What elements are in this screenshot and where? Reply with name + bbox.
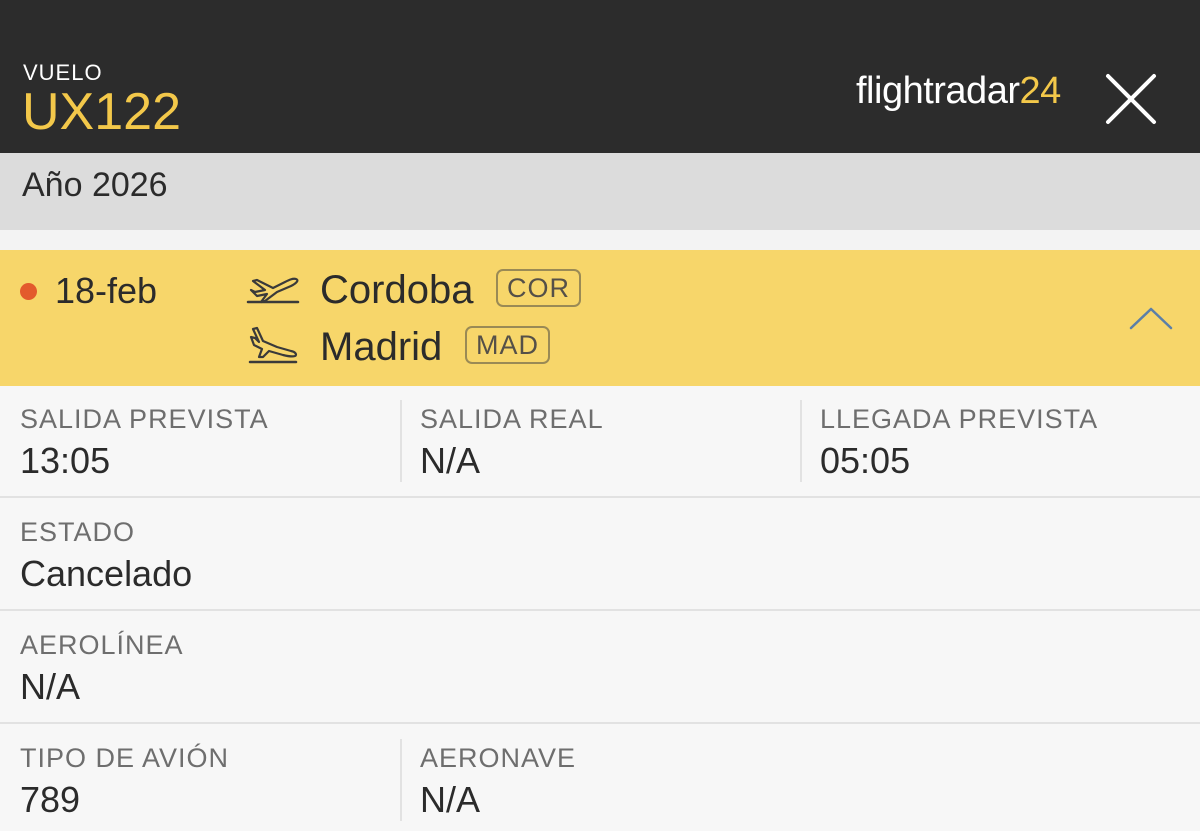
- arrival-plane-icon: [248, 326, 298, 364]
- destination-code-badge: MAD: [465, 326, 550, 364]
- aircraft-label: AERONAVE: [420, 743, 577, 773]
- column-divider: [400, 739, 402, 821]
- close-icon: [1106, 74, 1156, 124]
- aircraft-type-value: 789: [20, 779, 81, 820]
- actual-departure-value: N/A: [420, 440, 481, 481]
- sched-departure-label: SALIDA PREVISTA: [20, 404, 269, 434]
- row-divider: [0, 722, 1200, 724]
- column-divider: [400, 400, 402, 482]
- row-divider: [0, 496, 1200, 498]
- logo-number: 24: [1019, 70, 1061, 112]
- flight-number: UX122: [22, 83, 181, 141]
- status-dot: [20, 283, 37, 300]
- close-button[interactable]: [1104, 72, 1158, 126]
- aircraft-type-label: TIPO DE AVIÓN: [20, 743, 230, 773]
- logo-text: flightradar: [856, 70, 1020, 112]
- status-label: ESTADO: [20, 517, 136, 547]
- origin-city: Cordoba: [320, 268, 474, 312]
- sched-departure-value: 13:05: [20, 440, 111, 481]
- column-divider: [800, 400, 802, 482]
- airline-label: AEROLÍNEA: [20, 630, 184, 660]
- status-value: Cancelado: [20, 553, 193, 594]
- divider-gap: [0, 230, 1200, 250]
- flight-date: 18-feb: [55, 270, 158, 311]
- actual-departure-label: SALIDA REAL: [420, 404, 604, 434]
- year-label: Año 2026: [22, 166, 168, 204]
- destination-city: Madrid: [320, 325, 443, 369]
- sched-arrival-label: LLEGADA PREVISTA: [820, 404, 1099, 434]
- departure-plane-icon: [246, 277, 300, 304]
- chevron-up-icon[interactable]: [1129, 305, 1173, 331]
- airline-value: N/A: [20, 666, 81, 707]
- aircraft-value: N/A: [420, 779, 481, 820]
- year-bar: [0, 153, 1200, 230]
- flight-row[interactable]: [0, 250, 1200, 386]
- sched-arrival-value: 05:05: [820, 440, 911, 481]
- flightradar24-logo: flightradar24: [856, 70, 1061, 113]
- origin-code-badge: COR: [496, 269, 581, 307]
- row-divider: [0, 609, 1200, 611]
